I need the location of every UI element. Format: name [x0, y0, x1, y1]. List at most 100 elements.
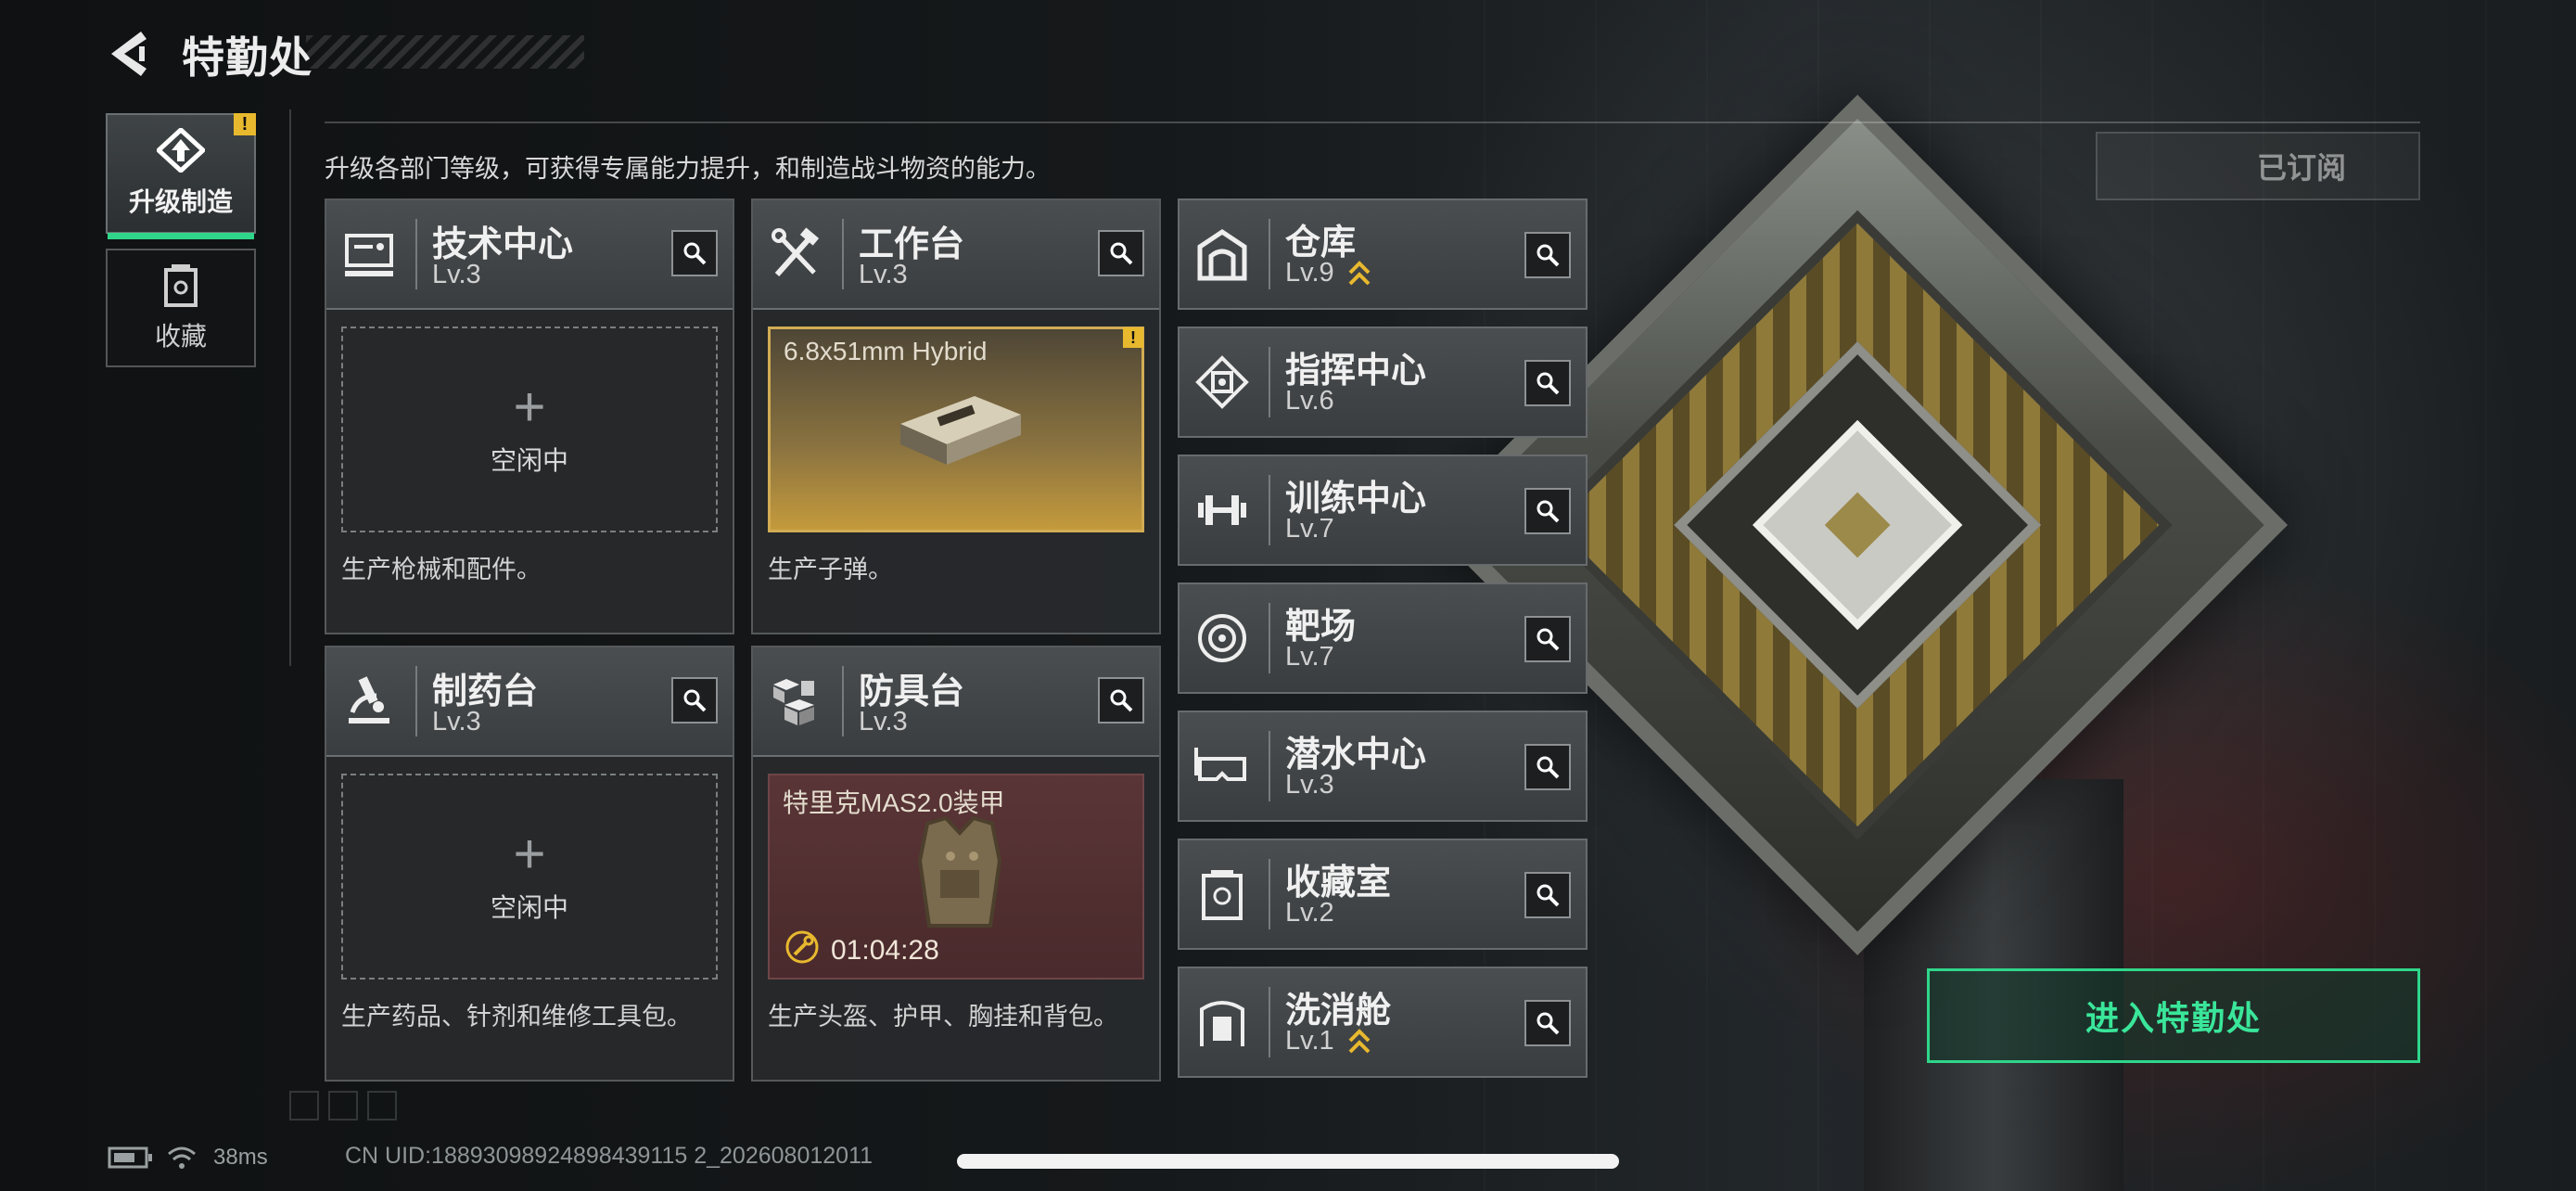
facility-card-diving-center[interactable]: 潜水中心 Lv.3 — [1178, 711, 1588, 822]
facility-level: Lv.7 — [1285, 514, 1334, 544]
collection-room-icon — [1202, 870, 1243, 920]
page-title: 特勤处 — [182, 33, 312, 82]
back-button[interactable] — [102, 26, 158, 82]
inspect-button[interactable] — [1098, 230, 1144, 276]
facility-header[interactable]: 工作台 Lv.3 — [753, 200, 1159, 310]
search-icon — [1537, 1012, 1560, 1035]
facility-level: Lv.3 — [432, 707, 481, 736]
facility-name: 指挥中心 — [1285, 352, 1427, 391]
add-icon: + — [513, 376, 546, 438]
production-slot-empty[interactable]: + 空闲中 — [341, 774, 718, 980]
upgrade-available-icon — [1348, 1029, 1371, 1054]
facility-card-decon-pod[interactable]: 洗消舱 Lv.1 — [1178, 967, 1588, 1078]
facility-name: 工作台 — [859, 225, 965, 264]
search-icon — [1537, 500, 1560, 523]
ping-value: 38ms — [213, 1145, 268, 1170]
upgrade-available-icon — [1348, 261, 1371, 286]
microscope-icon — [349, 676, 389, 724]
inspect-button[interactable] — [1524, 488, 1571, 534]
enter-special-ops-button[interactable]: 进入特勤处 — [1927, 968, 2420, 1063]
inspect-button[interactable] — [1524, 744, 1571, 790]
battery-icon — [108, 1146, 152, 1169]
tech-center-icon — [345, 234, 393, 276]
facility-name: 潜水中心 — [1285, 736, 1427, 775]
facility-description: 生产子弹。 — [768, 556, 893, 583]
inspect-button[interactable] — [1524, 360, 1571, 406]
search-icon — [1110, 242, 1133, 265]
inspect-button[interactable] — [671, 677, 718, 724]
decoration-square — [328, 1091, 358, 1121]
sidebar-divider — [289, 109, 291, 666]
product-name: 6.8x51mm Hybrid — [784, 337, 988, 365]
sidebar-item-collection[interactable]: 收藏 — [106, 249, 256, 367]
search-icon — [1537, 628, 1560, 651]
inspect-button[interactable] — [1524, 872, 1571, 918]
collection-icon — [164, 264, 198, 307]
facility-header[interactable]: 防具台 Lv.3 — [753, 647, 1159, 757]
inspect-button[interactable] — [1524, 616, 1571, 662]
wrench-timer-icon — [785, 930, 819, 964]
facility-header[interactable]: 制药台 Lv.3 — [326, 647, 733, 757]
slot-status: 空闲中 — [490, 446, 568, 475]
search-icon — [1537, 884, 1560, 907]
search-icon — [683, 242, 707, 265]
sidebar-item-upgrade-craft[interactable]: ! 升级制造 — [106, 113, 256, 239]
inspect-button[interactable] — [1098, 677, 1144, 724]
inspect-button[interactable] — [1524, 232, 1571, 278]
inspect-button[interactable] — [1524, 1000, 1571, 1046]
sidebar-item-label: 升级制造 — [128, 187, 233, 216]
facility-card-pharmacy: 制药台 Lv.3 + 空闲中 生产药品、针剂和维修工具包。 — [325, 646, 734, 1082]
search-icon — [683, 689, 707, 712]
facility-description: 生产头盔、护甲、胸挂和背包。 — [768, 1003, 1118, 1031]
facility-card-collection-room[interactable]: 收藏室 Lv.2 — [1178, 839, 1588, 950]
warehouse-icon — [1197, 228, 1247, 281]
facility-name: 收藏室 — [1285, 864, 1392, 903]
subscribed-button[interactable]: 已订阅 — [2096, 132, 2420, 200]
dumbbell-icon — [1198, 495, 1246, 525]
target-icon — [1198, 614, 1246, 662]
workbench-tools-icon — [772, 227, 820, 277]
page-subtitle: 升级各部门等级，可获得专属能力提升，和制造战斗物资的能力。 — [325, 155, 1051, 183]
add-icon: + — [513, 823, 546, 885]
facility-card-armor-bench: 防具台 Lv.3 特里克MAS2.0装甲 01:04:28 生产头盔、护甲、胸挂… — [751, 646, 1161, 1082]
production-timer: 01:04:28 — [831, 935, 939, 966]
facility-name: 制药台 — [432, 672, 539, 711]
decon-pod-icon — [1200, 1001, 1244, 1046]
ammo-box-icon — [900, 396, 1021, 465]
upgrade-craft-icon — [157, 128, 205, 173]
facility-description: 生产枪械和配件。 — [341, 556, 542, 583]
facility-header[interactable]: 技术中心 Lv.3 — [326, 200, 733, 310]
home-indicator[interactable] — [957, 1154, 1619, 1169]
facility-name: 训练中心 — [1285, 480, 1427, 519]
production-slot-armor[interactable]: 特里克MAS2.0装甲 01:04:28 — [768, 774, 1144, 980]
player-uid: CN UID:18893098924898439115 2_2026080120… — [345, 1143, 874, 1169]
facility-card-training-center[interactable]: 训练中心 Lv.7 — [1178, 455, 1588, 566]
inspect-button[interactable] — [671, 230, 718, 276]
search-icon — [1110, 689, 1133, 712]
back-arrow-icon — [111, 32, 147, 76]
facility-card-tech-center: 技术中心 Lv.3 + 空闲中 生产枪械和配件。 — [325, 198, 734, 634]
facility-level: Lv.2 — [1285, 898, 1334, 928]
production-slot-empty[interactable]: + 空闲中 — [341, 327, 718, 532]
facility-card-workbench: 工作台 Lv.3 ! 6.8x51mm Hybrid 生产子弹。 — [751, 198, 1161, 634]
armor-blocks-icon — [773, 679, 814, 725]
facility-level: Lv.3 — [859, 260, 908, 289]
facility-card-shooting-range[interactable]: 靶场 Lv.7 — [1178, 583, 1588, 694]
warning-badge: ! — [234, 113, 256, 135]
header-divider — [325, 122, 2420, 123]
title-decoration — [306, 35, 584, 69]
warning-badge: ! — [1123, 327, 1143, 348]
facility-level: Lv.1 — [1285, 1026, 1334, 1056]
facility-name: 防具台 — [859, 672, 965, 711]
facility-level: Lv.3 — [859, 707, 908, 736]
facility-card-command-center[interactable]: 指挥中心 Lv.6 — [1178, 327, 1588, 438]
facility-card-warehouse[interactable]: 仓库 Lv.9 — [1178, 198, 1588, 310]
facility-level: Lv.3 — [1285, 770, 1334, 800]
production-slot-ammo[interactable]: ! 6.8x51mm Hybrid — [768, 327, 1144, 532]
sidebar-item-label: 收藏 — [154, 322, 207, 351]
armor-vest-icon — [917, 815, 1002, 928]
search-icon — [1537, 756, 1560, 779]
diving-mask-icon — [1194, 748, 1246, 781]
command-chip-icon — [1195, 355, 1249, 409]
search-icon — [1537, 372, 1560, 395]
